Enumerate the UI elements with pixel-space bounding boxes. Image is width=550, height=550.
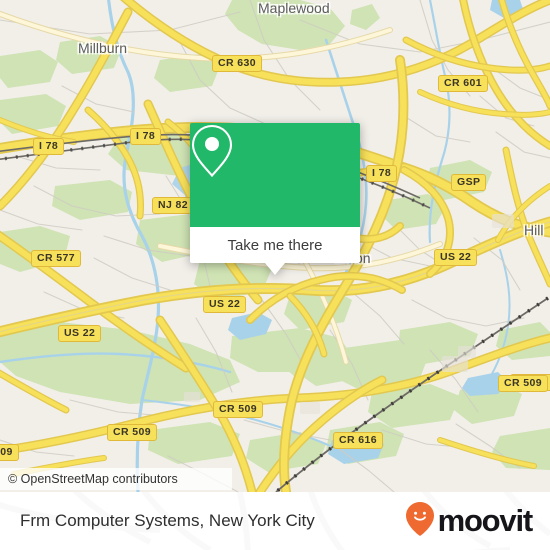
road-shield-cr-616[interactable]: CR 616	[333, 432, 384, 449]
road-shield-i-78-b[interactable]: I 78	[33, 138, 65, 155]
place-label-millburn: Millburn	[78, 40, 128, 56]
attribution-text: © OpenStreetMap contributors	[8, 472, 178, 486]
road-shield-gsp[interactable]: GSP	[451, 174, 487, 191]
road-shield-cr-630[interactable]: CR 630	[212, 55, 263, 72]
map-canvas[interactable]: .park{fill:#cfe3b4;} .water{fill:#a8d2ea…	[0, 0, 550, 492]
popup-pointer	[265, 263, 285, 275]
road-shield-cr-577[interactable]: CR 577	[31, 250, 82, 267]
road-shield-cr-601[interactable]: CR 601	[438, 75, 489, 92]
take-me-there-label: Take me there	[227, 236, 323, 254]
road-shield-us-22-a[interactable]: US 22	[434, 249, 478, 266]
moovit-smiley-pin-icon	[405, 501, 435, 542]
road-shield-i-78-a[interactable]: I 78	[130, 128, 162, 145]
footer-title: Frm Computer Systems, New York City	[20, 492, 315, 550]
location-title-text: Frm Computer Systems, New York City	[20, 511, 315, 530]
road-shield-509-clipped[interactable]: 509	[0, 444, 19, 461]
moovit-brand[interactable]: moovit	[405, 492, 534, 550]
road-shield-i-78-c[interactable]: I 78	[366, 165, 398, 182]
road-shield-us-22-c[interactable]: US 22	[58, 325, 102, 342]
footer-bar: Frm Computer Systems, New York City moov…	[0, 492, 550, 550]
road-shield-us-22-b[interactable]: US 22	[203, 296, 247, 313]
moovit-wordmark: moovit	[437, 503, 534, 538]
road-shield-cr-509-b[interactable]: CR 509	[498, 375, 549, 392]
place-label-maplewood: Maplewood	[258, 0, 330, 16]
road-shield-cr-509-a[interactable]: CR 509	[213, 401, 264, 418]
location-popup-card[interactable]: Take me there	[190, 123, 360, 275]
map-attribution[interactable]: © OpenStreetMap contributors	[0, 468, 232, 490]
place-label-hillside: Hill	[524, 222, 544, 238]
take-me-there-button[interactable]: Take me there	[190, 227, 360, 263]
map-screenshot: .park{fill:#cfe3b4;} .water{fill:#a8d2ea…	[0, 0, 550, 550]
road-shield-cr-509-c[interactable]: CR 509	[107, 424, 158, 441]
popup-header	[190, 123, 360, 227]
road-shield-nj-82-a[interactable]: NJ 82	[152, 197, 195, 214]
